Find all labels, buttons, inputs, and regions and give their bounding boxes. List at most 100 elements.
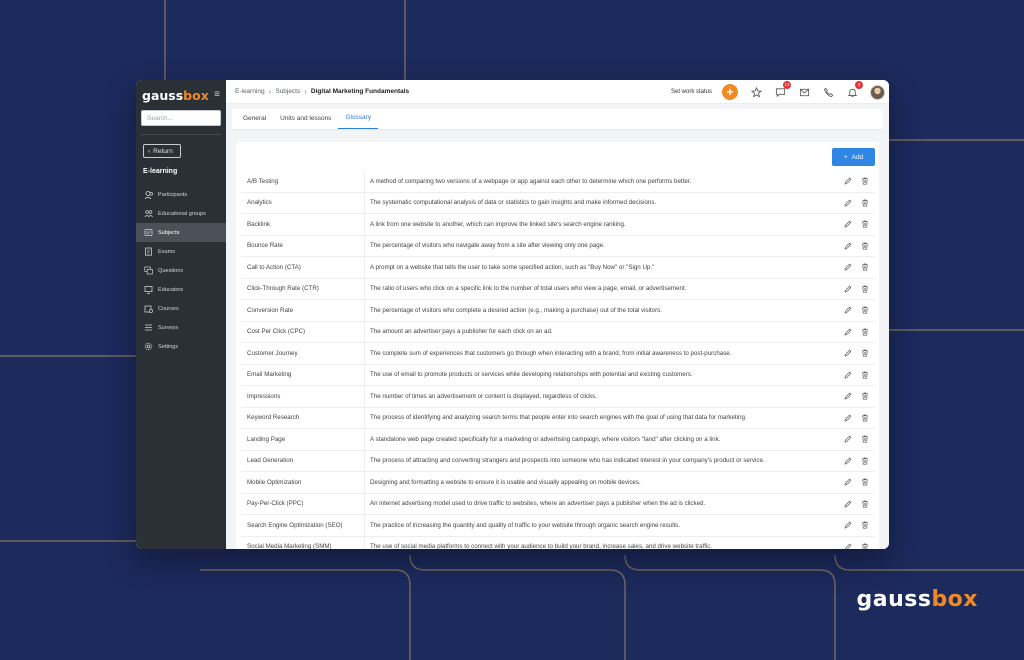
glossary-term: Click-Through Rate (CTR) (241, 278, 365, 299)
sidebar-item-exams[interactable]: Exams (136, 242, 226, 261)
delete-icon[interactable] (861, 500, 869, 508)
delete-icon[interactable] (861, 242, 869, 250)
delete-icon[interactable] (861, 306, 869, 314)
glossary-term: Mobile Optimization (241, 472, 365, 493)
sidebar-item-label: Settings (158, 343, 179, 350)
edit-icon[interactable] (844, 521, 852, 529)
delete-icon[interactable] (861, 414, 869, 422)
edit-icon[interactable] (844, 242, 852, 250)
participants-icon (144, 191, 153, 199)
glossary-term: Pay-Per-Click (PPC) (241, 493, 365, 514)
glossary-panel: + Add A/B Testing A method of comparing t… (236, 142, 879, 549)
edit-icon[interactable] (844, 478, 852, 486)
delete-icon[interactable] (861, 177, 869, 185)
glossary-definition: The amount an advertiser pays a publishe… (370, 328, 553, 336)
bell-icon[interactable]: 3 (846, 81, 863, 98)
sidebar-item-educators[interactable]: Educators (136, 280, 226, 299)
delete-icon[interactable] (861, 457, 869, 465)
delete-icon[interactable] (861, 435, 869, 443)
sidebar-item-questions[interactable]: Questions (136, 261, 226, 280)
section-title: E-learning (143, 168, 178, 175)
tab-units-and-lessons[interactable]: Units and lessons (273, 115, 338, 129)
row-actions (835, 500, 875, 508)
breadcrumb-current: Digital Marketing Fundamentals (310, 88, 410, 95)
row-actions (835, 543, 875, 549)
set-work-status-button[interactable]: Set work status (671, 89, 712, 95)
sidebar-item-subjects[interactable]: Subjects (136, 223, 226, 242)
delete-icon[interactable] (861, 521, 869, 529)
row-actions (835, 177, 875, 185)
edit-icon[interactable] (844, 220, 852, 228)
row-actions (835, 242, 875, 250)
table-row: Lead Generation The process of attracting… (241, 450, 875, 472)
edit-icon[interactable] (844, 435, 852, 443)
tab-bar: General Units and lessons Glossary (232, 109, 883, 130)
row-actions (835, 371, 875, 379)
main-area: E-learning › Subjects › Digital Marketin… (226, 80, 889, 549)
sidebar-item-surveys[interactable]: Surveys (136, 318, 226, 337)
edit-icon[interactable] (844, 306, 852, 314)
row-actions (835, 306, 875, 314)
sidebar-item-participants[interactable]: Participants (136, 185, 226, 204)
chat-icon[interactable]: 12 (774, 81, 791, 98)
glossary-term: Backlink (241, 214, 365, 235)
delete-icon[interactable] (861, 349, 869, 357)
edit-icon[interactable] (844, 457, 852, 465)
edit-icon[interactable] (844, 414, 852, 422)
add-label: Add (851, 153, 864, 161)
app-logo[interactable]: gaussbox (142, 88, 209, 103)
star-icon[interactable] (750, 86, 762, 98)
edit-icon[interactable] (844, 371, 852, 379)
edit-icon[interactable] (844, 263, 852, 271)
sidebar-search-input[interactable] (141, 110, 221, 126)
delete-icon[interactable] (861, 543, 869, 549)
table-row: Keyword Research The process of identifyi… (241, 407, 875, 429)
sidebar-item-label: Educational groups (158, 210, 206, 217)
delete-icon[interactable] (861, 392, 869, 400)
delete-icon[interactable] (861, 220, 869, 228)
create-button[interactable]: + (722, 84, 738, 100)
glossary-term: Impressions (241, 386, 365, 407)
phone-icon[interactable] (822, 86, 834, 98)
edit-icon[interactable] (844, 199, 852, 207)
tab-glossary[interactable]: Glossary (338, 114, 379, 129)
sidebar-item-label: Exams (158, 248, 176, 255)
delete-icon[interactable] (861, 328, 869, 336)
sidebar-item-settings[interactable]: Settings (136, 337, 226, 356)
notification-badge: 3 (855, 81, 863, 89)
row-actions (835, 349, 875, 357)
chat-badge: 12 (783, 81, 791, 89)
tab-general[interactable]: General (236, 115, 273, 129)
delete-icon[interactable] (861, 371, 869, 379)
mail-icon[interactable] (798, 86, 810, 98)
edit-icon[interactable] (844, 500, 852, 508)
sidebar-item-educational-groups[interactable]: Educational groups (136, 204, 226, 223)
glossary-term: A/B Testing (241, 171, 365, 192)
breadcrumb-subjects[interactable]: Subjects (275, 88, 300, 95)
row-actions (835, 263, 875, 271)
sidebar-item-courses[interactable]: Courses (136, 299, 226, 318)
app-window: gaussbox ≡ ‹ Return E-learning Participa… (136, 80, 889, 549)
edit-icon[interactable] (844, 177, 852, 185)
return-button[interactable]: ‹ Return (143, 144, 181, 158)
edit-icon[interactable] (844, 349, 852, 357)
delete-icon[interactable] (861, 478, 869, 486)
table-row: Call to Action (CTA) A prompt on a websit… (241, 257, 875, 279)
glossary-definition: An internet advertising model used to dr… (370, 500, 706, 508)
delete-icon[interactable] (861, 263, 869, 271)
edit-icon[interactable] (844, 285, 852, 293)
row-actions (835, 328, 875, 336)
table-row: Search Engine Optimization (SEO) The prac… (241, 515, 875, 537)
edit-icon[interactable] (844, 392, 852, 400)
breadcrumb-elearning[interactable]: E-learning (235, 88, 265, 95)
menu-icon[interactable]: ≡ (214, 89, 220, 100)
top-bar: E-learning › Subjects › Digital Marketin… (226, 80, 889, 104)
edit-icon[interactable] (844, 543, 852, 549)
add-button[interactable]: + Add (832, 148, 875, 166)
user-avatar[interactable] (870, 84, 885, 100)
delete-icon[interactable] (861, 285, 869, 293)
edit-icon[interactable] (844, 328, 852, 336)
delete-icon[interactable] (861, 199, 869, 207)
plus-icon: + (843, 153, 848, 161)
table-row: Cost Per Click (CPC) The amount an advert… (241, 321, 875, 343)
